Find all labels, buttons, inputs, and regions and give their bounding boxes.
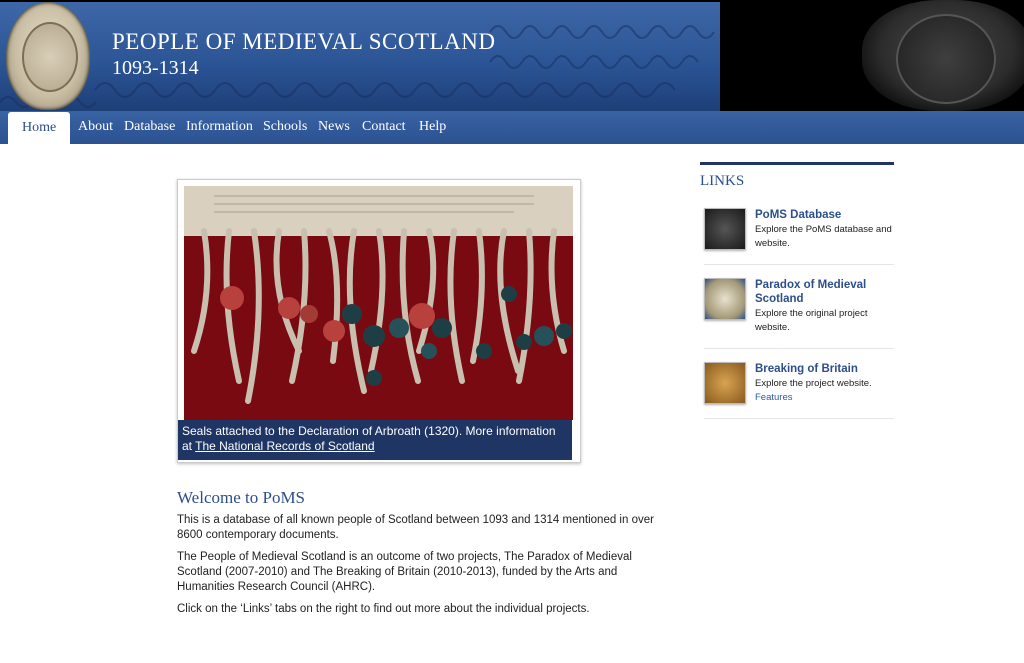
link-description: Explore the project website. [755,378,872,389]
main-nav: Home About Database Information Schools … [0,111,1024,144]
link-item-paradox-of-medieval-scotland: Paradox of Medieval Scotland Explore the… [704,278,894,349]
paradox-thumbnail[interactable] [704,278,746,320]
welcome-paragraph-1: This is a database of all known people o… [177,514,654,541]
nav-contact[interactable]: Contact [362,119,406,135]
link-description: Explore the PoMS database and website. [755,224,892,249]
nav-help[interactable]: Help [419,119,446,135]
declaration-of-arbroath-photo [184,186,573,420]
nav-database[interactable]: Database [124,119,175,135]
links-top-rule [700,162,894,165]
feature-slideshow: Seals attached to the Declaration of Arb… [177,179,581,463]
link-item-breaking-of-britain: Breaking of Britain Explore the project … [704,362,894,419]
nav-information[interactable]: Information [186,119,253,135]
site-dates: 1093-1314 [112,57,199,79]
link-title[interactable]: Breaking of Britain [755,362,895,376]
manuscript-script-texture [0,25,715,108]
seal-left-image [6,2,90,110]
link-title[interactable]: PoMS Database [755,208,895,222]
welcome-heading: Welcome to PoMS [177,488,306,507]
links-heading: LINKS [700,173,745,189]
seal-right-image [862,0,1024,111]
nav-home[interactable]: Home [8,112,71,144]
poms-database-thumbnail[interactable] [704,208,746,250]
welcome-paragraph-3: Click on the ‘Links’ tabs on the right t… [177,603,590,615]
welcome-paragraph-2: The People of Medieval Scotland is an ou… [177,551,632,593]
nav-schools[interactable]: Schools [263,119,307,135]
nav-news[interactable]: News [318,119,350,135]
link-item-poms-database: PoMS Database Explore the PoMS database … [704,208,894,265]
link-title[interactable]: Paradox of Medieval Scotland [755,278,895,306]
photo-caption: Seals attached to the Declaration of Arb… [178,420,572,460]
link-description: Explore the original project website. [755,308,868,333]
nav-about[interactable]: About [78,119,113,135]
caption-link[interactable]: The National Records of Scotland [195,439,374,453]
features-link[interactable]: Features [755,392,793,403]
site-title[interactable]: PEOPLE OF MEDIEVAL SCOTLAND [112,30,495,54]
site-banner: PEOPLE OF MEDIEVAL SCOTLAND 1093-1314 [0,0,1024,111]
breaking-of-britain-thumbnail[interactable] [704,362,746,404]
